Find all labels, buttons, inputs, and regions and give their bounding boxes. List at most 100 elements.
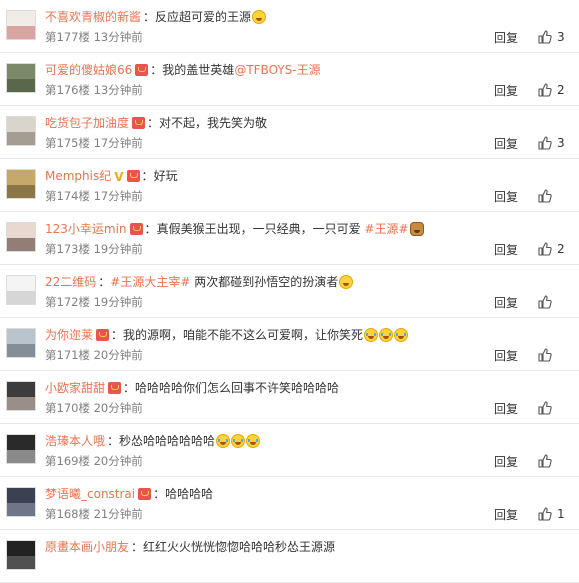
like-button[interactable] <box>538 294 557 310</box>
username-link[interactable]: 123小幸运min <box>45 222 127 236</box>
avatar[interactable] <box>6 222 36 252</box>
avatar[interactable] <box>6 540 36 570</box>
cry-emoji-icon <box>379 328 394 342</box>
username-link[interactable]: 22二维码 <box>45 275 96 289</box>
comment-line: 可爱的傻姑娘66 ：我的盖世英雄@TFBOYS-王源 <box>45 61 321 79</box>
username-link[interactable]: 为你迩莱 <box>45 328 93 342</box>
like-button[interactable] <box>538 347 557 363</box>
floor-number: 第173楼 <box>45 242 90 256</box>
reply-button[interactable]: 回复 <box>494 135 518 152</box>
like-button[interactable]: 2 <box>538 241 565 257</box>
comment-item: 不喜欢青椒的新酱 ：反应超可爱的王源 第177楼 13分钟前 回复 3 <box>0 0 579 53</box>
like-button[interactable] <box>538 188 557 204</box>
avatar[interactable] <box>6 116 36 146</box>
reply-button[interactable]: 回复 <box>494 241 518 258</box>
colon-separator: ： <box>131 540 144 554</box>
like-button[interactable]: 2 <box>538 82 565 98</box>
comment-item: 浩瑧本人哦 ：秒怂哈哈哈哈哈哈 第169楼 20分钟前 回复 <box>0 424 579 477</box>
username-link[interactable]: 不喜欢青椒的新酱 <box>45 10 141 24</box>
reply-button[interactable]: 回复 <box>494 400 518 417</box>
like-count: 2 <box>557 83 565 97</box>
topic-link[interactable]: #王源# <box>364 222 408 236</box>
like-button[interactable] <box>538 400 557 416</box>
floor-number: 第169楼 <box>45 454 90 468</box>
avatar[interactable] <box>6 434 36 464</box>
like-count: 1 <box>557 507 565 521</box>
member-badge-icon <box>108 382 122 394</box>
comment-text-segment: 反应超可爱的王源 <box>155 10 252 24</box>
avatar[interactable] <box>6 381 36 411</box>
timestamp: 20分钟前 <box>93 454 143 468</box>
thumbs-up-icon <box>538 136 552 150</box>
member-badge-icon <box>135 64 149 76</box>
timestamp: 19分钟前 <box>93 295 143 309</box>
reply-button[interactable]: 回复 <box>494 188 518 205</box>
avatar[interactable] <box>6 169 36 199</box>
like-button[interactable]: 3 <box>538 29 565 45</box>
like-button[interactable]: 1 <box>538 506 565 522</box>
like-button[interactable] <box>538 453 557 469</box>
timestamp: 17分钟前 <box>93 189 143 203</box>
username-link[interactable]: 原畫本画小朋友 <box>45 540 129 554</box>
timestamp: 17分钟前 <box>93 136 143 150</box>
comment-item: 吃货包子加油度 ：对不起，我先笑为敬 第175楼 17分钟前 回复 3 <box>0 106 579 159</box>
thumbs-up-icon <box>538 83 552 97</box>
colon-separator: ： <box>123 381 136 395</box>
avatar[interactable] <box>6 63 36 93</box>
comment-meta: 第176楼 13分钟前 <box>45 82 143 98</box>
avatar[interactable] <box>6 328 36 358</box>
floor-number: 第171楼 <box>45 348 90 362</box>
colon-separator: ： <box>143 10 156 24</box>
comment-item: Memphis纪 V ：好玩 第174楼 17分钟前 回复 <box>0 159 579 212</box>
comment-text-segment: 红红火火恍恍惚惚哈哈哈秒怂王源源 <box>143 540 336 554</box>
comment-line: 不喜欢青椒的新酱 ：反应超可爱的王源 <box>45 8 267 26</box>
comment-meta: 第169楼 20分钟前 <box>45 453 143 469</box>
comment-text-segment: 哈哈哈哈 <box>165 487 214 501</box>
avatar[interactable] <box>6 10 36 40</box>
avatar[interactable] <box>6 275 36 305</box>
username-link[interactable]: 可爱的傻姑娘66 <box>45 63 132 77</box>
comment-line: 梦语曦_constrai ：哈哈哈哈 <box>45 485 213 503</box>
comment-item: 梦语曦_constrai ：哈哈哈哈 第168楼 21分钟前 回复 1 <box>0 477 579 530</box>
colon-separator: ： <box>147 116 160 130</box>
mention-link[interactable]: @TFBOYS-王源 <box>234 63 320 77</box>
comment-line: 123小幸运min ：真假美猴王出现，一只经典，一只可爱 #王源# <box>45 220 424 238</box>
reply-button[interactable]: 回复 <box>494 29 518 46</box>
reply-button[interactable]: 回复 <box>494 453 518 470</box>
comment-text: 好玩 <box>154 169 178 183</box>
timestamp: 20分钟前 <box>93 348 143 362</box>
member-badge-icon <box>126 170 140 182</box>
username-link[interactable]: 吃货包子加油度 <box>45 116 129 130</box>
thumbs-up-icon <box>538 295 552 309</box>
comment-text-segment: 真假美猴王出现，一只经典，一只可爱 <box>156 222 361 236</box>
laugh-emoji-icon <box>252 10 267 24</box>
reply-button[interactable]: 回复 <box>494 506 518 523</box>
reply-button[interactable]: 回复 <box>494 82 518 99</box>
member-badge-icon <box>132 117 146 129</box>
reply-button[interactable]: 回复 <box>494 347 518 364</box>
like-button[interactable]: 3 <box>538 135 565 151</box>
reply-button[interactable]: 回复 <box>494 294 518 311</box>
comment-text-segment: 好玩 <box>153 169 178 183</box>
comment-text-segment: 两次都碰到孙悟空的扮演者 <box>194 275 339 289</box>
topic-link[interactable]: #王源大主宰# <box>110 275 190 289</box>
avatar[interactable] <box>6 487 36 517</box>
comment-text: 真假美猴王出现，一只经典，一只可爱 #王源# <box>157 222 424 236</box>
comment-line: 原畫本画小朋友 ：红红火火恍恍惚惚哈哈哈秒怂王源源 <box>45 538 335 556</box>
timestamp: 19分钟前 <box>93 242 143 256</box>
timestamp: 13分钟前 <box>93 83 143 97</box>
comment-meta: 第174楼 17分钟前 <box>45 188 143 204</box>
timestamp: 20分钟前 <box>93 401 143 415</box>
cry-emoji-icon <box>246 434 261 448</box>
username-link[interactable]: 梦语曦_constrai <box>45 487 135 501</box>
colon-separator: ： <box>111 328 124 342</box>
username-link[interactable]: 小欧家甜甜 <box>45 381 105 395</box>
timestamp: 21分钟前 <box>93 507 143 521</box>
username-link[interactable]: Memphis纪 <box>45 169 111 183</box>
username-link[interactable]: 浩瑧本人哦 <box>45 434 105 448</box>
thumbs-up-icon <box>538 454 552 468</box>
comment-line: Memphis纪 V ：好玩 <box>45 167 178 185</box>
comment-line: 为你迩莱 ：我的源啊，咱能不能不这么可爱啊，让你笑死 <box>45 326 409 344</box>
thumbs-up-icon <box>538 348 552 362</box>
member-badge-icon <box>96 329 110 341</box>
